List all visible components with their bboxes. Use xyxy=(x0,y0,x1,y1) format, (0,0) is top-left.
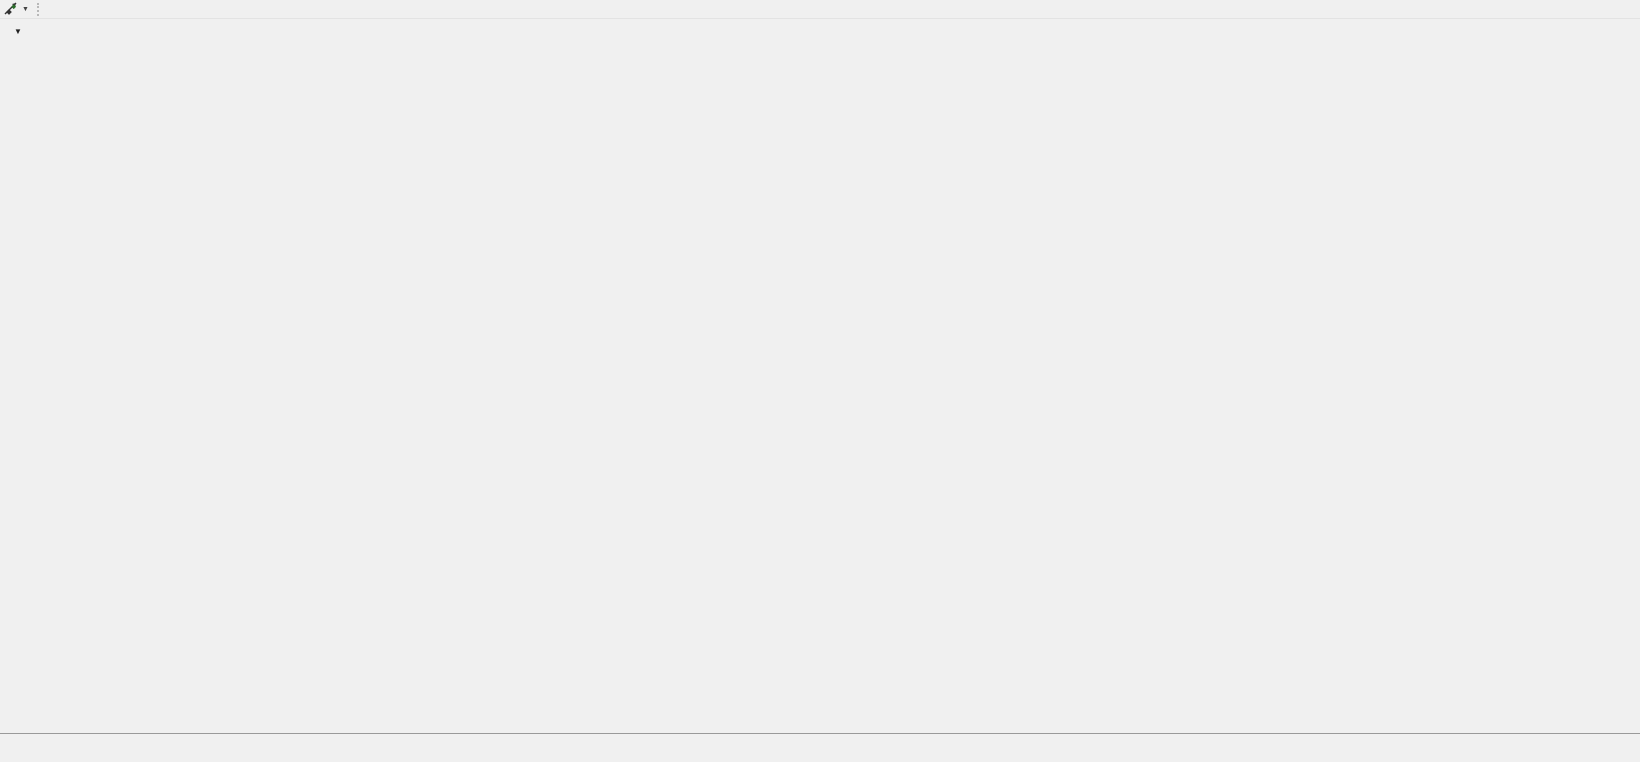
tab-scroll-arrows xyxy=(1620,754,1640,762)
tool-dropdown-caret[interactable]: ▼ xyxy=(22,6,29,13)
chart-title[interactable]: ▼ xyxy=(14,25,33,37)
cursor-tool-icon[interactable] xyxy=(0,1,22,17)
application-window: ▼ ▼ xyxy=(0,0,1640,762)
timeframe-toolbar: ▼ xyxy=(0,0,1640,19)
chart-window[interactable]: ▼ xyxy=(0,19,1640,733)
price-chart-canvas[interactable] xyxy=(0,19,1640,733)
chart-tabbar xyxy=(0,733,1640,762)
toolbar-grip-handle[interactable] xyxy=(37,3,41,16)
chart-collapse-icon[interactable]: ▼ xyxy=(14,27,22,36)
chart-tabs xyxy=(0,734,6,762)
